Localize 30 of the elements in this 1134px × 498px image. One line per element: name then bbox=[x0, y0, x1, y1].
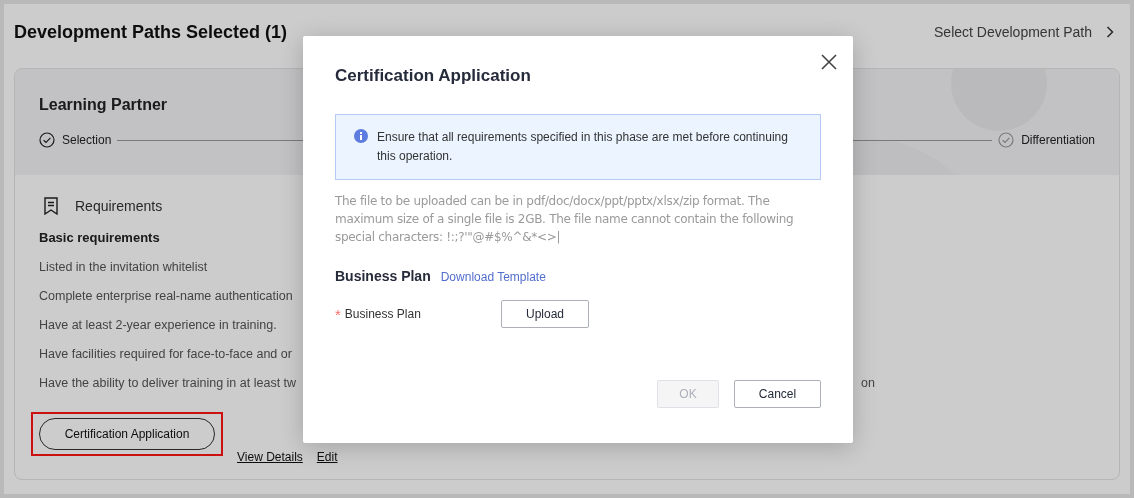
requirement-text: Have facilities required for face-to-face and or bbox=[39, 347, 292, 361]
link[interactable]: Edit bbox=[316, 450, 338, 464]
dialog-title: Certification Application bbox=[335, 66, 531, 86]
step-label: Selection bbox=[62, 133, 112, 147]
download-template-link[interactable]: Download Template bbox=[440, 270, 546, 284]
link[interactable]: View Details bbox=[237, 450, 303, 464]
close-icon bbox=[821, 54, 837, 70]
requirement-text: Listed in the invitation whitelist bbox=[39, 260, 208, 274]
close-button[interactable] bbox=[821, 54, 837, 70]
section-title: Requirements bbox=[75, 198, 163, 214]
card-title: Learning Partner bbox=[39, 96, 168, 115]
requirement-text: Have at least 2-year experience in training. bbox=[39, 318, 277, 332]
chevron-right-icon bbox=[1106, 26, 1114, 38]
document-icon bbox=[43, 197, 59, 215]
requirement-text: on bbox=[861, 376, 875, 390]
hint-text: The file to be uploaded can be in pdf/doc/docx/ppt/pptx/xlsx/zip format. The maximum size of a single file is 2GB. The file name cannot contain the following special characters: !:;?'"@#$%^&*<>| bbox=[335, 193, 795, 246]
select-path-link[interactable]: Select Development Path bbox=[934, 24, 1120, 40]
section-title: Business Plan bbox=[335, 268, 431, 284]
page-title: Development Paths Selected (1) bbox=[14, 21, 288, 43]
requirement-text: Have the ability to deliver training in at least tw bbox=[39, 376, 297, 390]
subsection-title: Basic requirements bbox=[39, 230, 160, 245]
required-mark: * bbox=[335, 305, 341, 323]
notice-text: Ensure that all requirements specified in this phase are met before continuing this operation. bbox=[377, 129, 789, 165]
certification-button[interactable]: Certification Application bbox=[39, 418, 215, 450]
info-icon bbox=[354, 129, 368, 143]
step-label: Differentiation bbox=[1021, 133, 1095, 147]
upload-button[interactable]: Upload bbox=[501, 300, 589, 328]
field-label: Business Plan bbox=[344, 307, 421, 321]
cancel-button[interactable]: Cancel bbox=[734, 380, 821, 408]
requirement-text: Complete enterprise real-name authentication bbox=[39, 289, 293, 303]
